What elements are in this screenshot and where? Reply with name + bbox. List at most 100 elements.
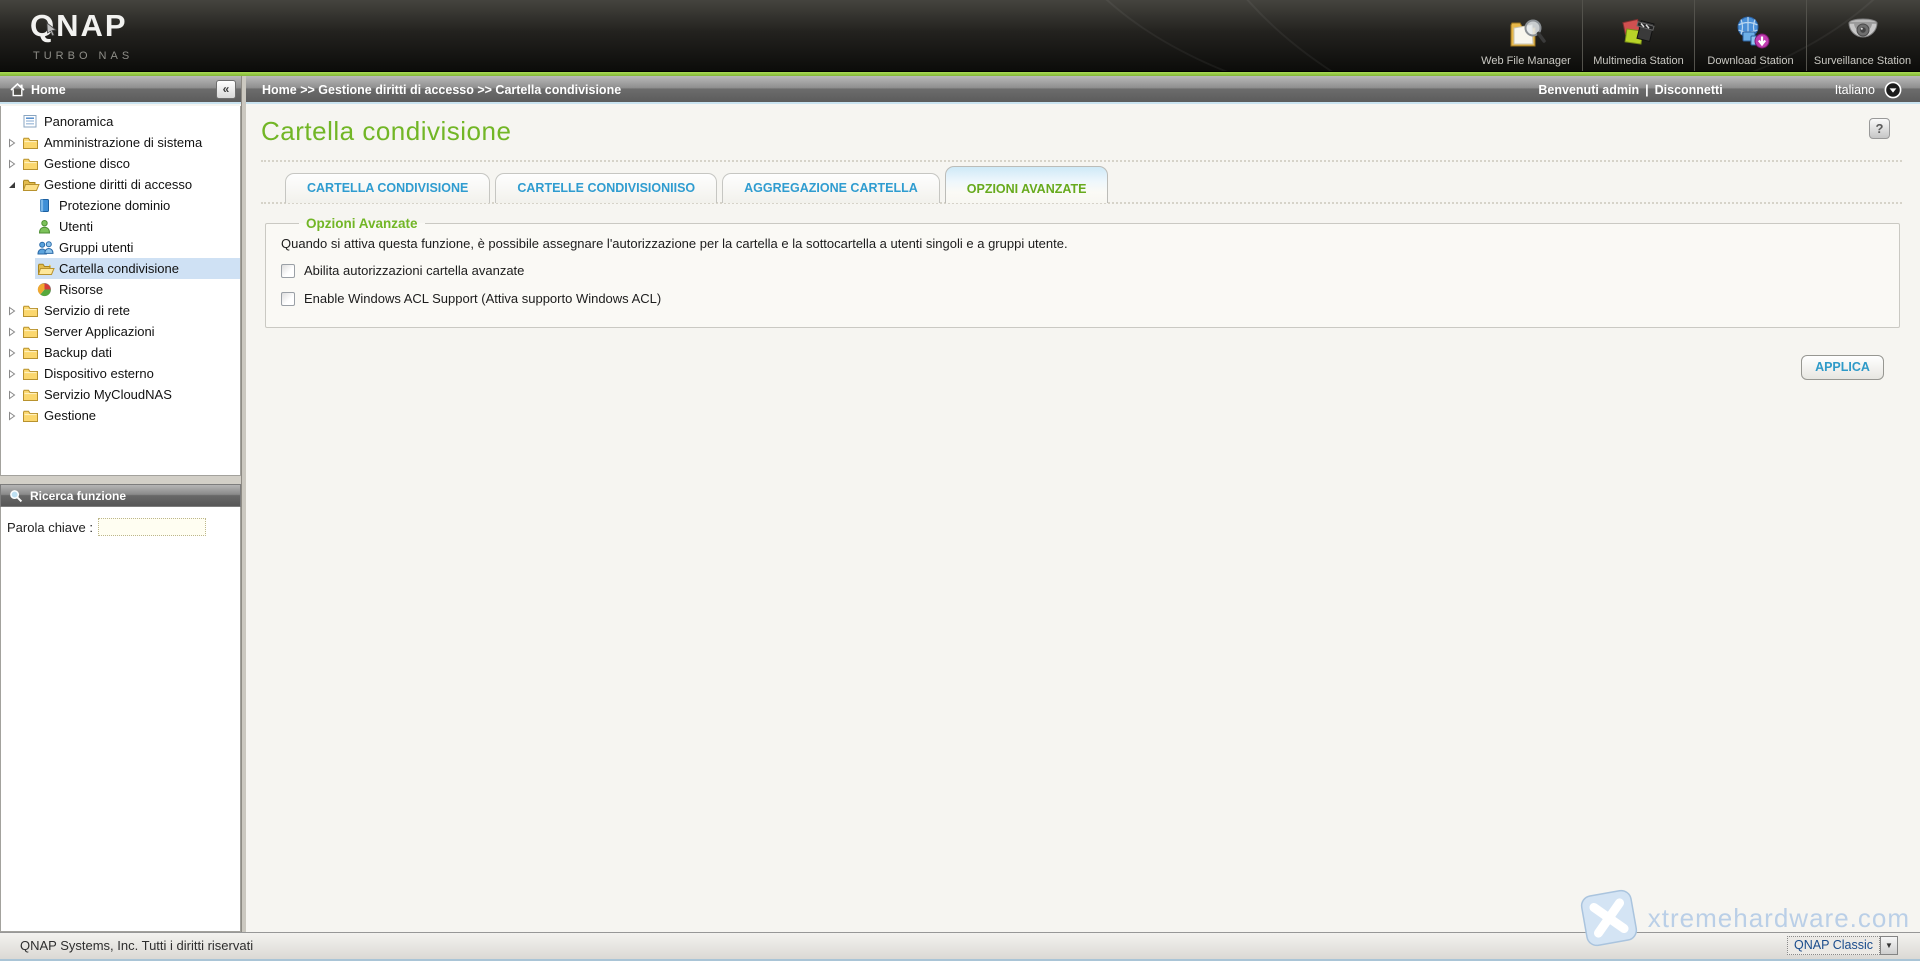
download-station-icon — [1729, 14, 1773, 52]
sidebar-item-label: Risorse — [59, 282, 103, 297]
sidebar-item-label: Utenti — [59, 219, 93, 234]
app-shortcut-label: Surveillance Station — [1814, 55, 1911, 67]
language-selector[interactable]: Italiano — [1835, 81, 1902, 99]
sidebar-item-label: Amministrazione di sistema — [44, 135, 202, 150]
surveillance-station-icon — [1841, 14, 1885, 52]
tab-bar: CARTELLA CONDIVISIONECARTELLE CONDIVISIO… — [285, 166, 1108, 203]
page-title: Cartella condivisione — [261, 116, 511, 147]
collapsed-arrow-icon[interactable] — [7, 369, 22, 379]
sidebar-collapse-button[interactable]: « — [216, 80, 236, 99]
sidebar-item[interactable]: Gestione diritti di accesso — [1, 174, 240, 195]
sidebar-item[interactable]: Utenti — [1, 216, 240, 237]
topbar-right: Benvenuti admin | Disconnetti Italiano — [1538, 76, 1902, 104]
panel-description: Quando si attiva questa funzione, è poss… — [281, 236, 1885, 251]
sidebar-item[interactable]: Servizio MyCloudNAS — [1, 384, 240, 405]
app-shortcut[interactable]: Web File Manager — [1470, 0, 1582, 72]
tab[interactable]: CARTELLA CONDIVISIONE — [285, 173, 490, 203]
collapsed-arrow-icon[interactable] — [7, 390, 22, 400]
function-search-panel: Parola chiave : — [0, 507, 241, 932]
breadcrumb[interactable]: Home >> Gestione diritti di accesso >> C… — [262, 83, 621, 97]
folder-icon — [22, 136, 44, 150]
separator: | — [1645, 83, 1649, 97]
folder-open-icon — [22, 178, 44, 192]
sidebar-item-label: Servizio MyCloudNAS — [44, 387, 172, 402]
main-content: Cartella condivisione ? CARTELLA CONDIVI… — [246, 106, 1920, 932]
checkbox-label: Enable Windows ACL Support (Attiva suppo… — [304, 291, 661, 306]
qnap-logo: QNAP TURBO NAS — [30, 8, 133, 62]
expanded-arrow-icon[interactable] — [7, 180, 22, 190]
logout-link[interactable]: Disconnetti — [1655, 83, 1723, 97]
tab[interactable]: OPZIONI AVANZATE — [945, 166, 1109, 203]
sidebar-item-label: Backup dati — [44, 345, 112, 360]
advanced-options-panel: Opzioni Avanzate Quando si attiva questa… — [265, 216, 1900, 328]
sidebar-item-label: Gestione diritti di accesso — [44, 177, 192, 192]
session-block: Benvenuti admin | Disconnetti — [1538, 83, 1722, 97]
app-shortcut[interactable]: Surveillance Station — [1806, 0, 1918, 72]
checkbox[interactable] — [281, 264, 295, 278]
function-search-header: Ricerca funzione — [0, 484, 241, 507]
sidebar-item-label: Gestione — [44, 408, 96, 423]
collapsed-arrow-icon[interactable] — [7, 327, 22, 337]
app-shortcut-label: Download Station — [1707, 55, 1793, 67]
panel-legend: Opzioni Avanzate — [299, 216, 425, 231]
turbo-nas-label: TURBO NAS — [33, 50, 133, 62]
sidebar-item[interactable]: Backup dati — [1, 342, 240, 363]
top-bar: Home « Home >> Gestione diritti di acces… — [0, 76, 1920, 104]
sidebar-item[interactable]: Risorse — [1, 279, 240, 300]
sidebar-header: Home « — [0, 76, 241, 104]
collapsed-arrow-icon[interactable] — [7, 411, 22, 421]
title-separator — [261, 160, 1902, 162]
sidebar-item[interactable]: Cartella condivisione — [1, 258, 240, 279]
collapsed-arrow-icon[interactable] — [7, 138, 22, 148]
collapsed-arrow-icon[interactable] — [7, 306, 22, 316]
sidebar-item[interactable]: Gruppi utenti — [1, 237, 240, 258]
folder-icon — [22, 346, 44, 360]
navigation-tree: Panoramica Amministrazione di sistema Gest… — [0, 106, 241, 476]
collapsed-arrow-icon[interactable] — [7, 159, 22, 169]
app-header: QNAP TURBO NAS Web File ManagerMultimedi… — [0, 0, 1920, 72]
keyword-input[interactable] — [98, 518, 206, 536]
sidebar-item-label: Servizio di rete — [44, 303, 130, 318]
app-shortcut[interactable]: Multimedia Station — [1582, 0, 1694, 72]
tab[interactable]: CARTELLE CONDIVISIONIISO — [495, 173, 717, 203]
resources-icon — [37, 282, 59, 297]
sidebar-item[interactable]: Server Applicazioni — [1, 321, 240, 342]
sidebar-item[interactable]: Servizio di rete — [1, 300, 240, 321]
collapsed-arrow-icon[interactable] — [7, 348, 22, 358]
sidebar-item[interactable]: Amministrazione di sistema — [1, 132, 240, 153]
domain-protection-icon — [37, 198, 59, 213]
app-shortcut[interactable]: Download Station — [1694, 0, 1806, 72]
keyword-label: Parola chiave : — [7, 520, 93, 535]
apply-button[interactable]: APPLICA — [1801, 355, 1884, 380]
footer: QNAP Systems, Inc. Tutti i diritti riser… — [0, 932, 1920, 961]
folder-icon — [22, 409, 44, 423]
folder-icon — [22, 367, 44, 381]
checkbox[interactable] — [281, 292, 295, 306]
header-app-shortcuts: Web File ManagerMultimedia Station Downlo… — [1470, 0, 1918, 72]
sidebar-item[interactable]: Dispositivo esterno — [1, 363, 240, 384]
theme-selector[interactable]: QNAP Classic ▼ — [1787, 936, 1898, 955]
sidebar-item-label: Server Applicazioni — [44, 324, 155, 339]
search-icon — [9, 489, 23, 503]
user-groups-icon — [37, 240, 59, 255]
function-search-title: Ricerca funzione — [30, 489, 126, 503]
sidebar-item-label: Gestione disco — [44, 156, 130, 171]
help-icon[interactable]: ? — [1869, 118, 1890, 139]
sidebar-item[interactable]: Panoramica — [1, 111, 240, 132]
sidebar-item-label: Gruppi utenti — [59, 240, 133, 255]
sidebar-item[interactable]: Gestione disco — [1, 153, 240, 174]
web-file-manager-icon — [1504, 14, 1548, 52]
tab[interactable]: AGGREGAZIONE CARTELLA — [722, 173, 940, 203]
sidebar-item-label: Dispositivo esterno — [44, 366, 154, 381]
sidebar-item[interactable]: Gestione — [1, 405, 240, 426]
multimedia-station-icon — [1617, 14, 1661, 52]
copyright-text: QNAP Systems, Inc. Tutti i diritti riser… — [20, 933, 253, 959]
checkbox-row: Abilita autorizzazioni cartella avanzate — [281, 263, 1885, 278]
theme-dropdown-arrow-icon[interactable]: ▼ — [1880, 936, 1898, 955]
shared-folder-icon — [37, 262, 59, 276]
folder-icon — [22, 325, 44, 339]
checkbox-row: Enable Windows ACL Support (Attiva suppo… — [281, 291, 1885, 306]
theme-selected-value: QNAP Classic — [1787, 936, 1880, 955]
language-dropdown-icon — [1884, 81, 1902, 99]
sidebar-item[interactable]: Protezione dominio — [1, 195, 240, 216]
